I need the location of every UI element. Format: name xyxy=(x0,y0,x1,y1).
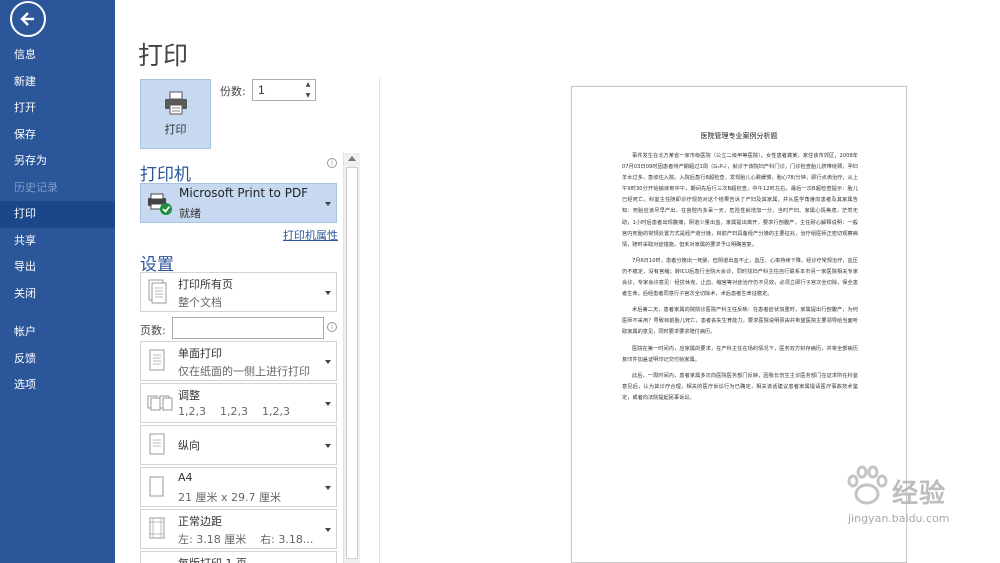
nav-export[interactable]: 导出 xyxy=(0,254,115,281)
chevron-down-icon xyxy=(325,486,331,490)
printer-heading: 打印机 xyxy=(140,165,191,185)
info-icon[interactable]: i xyxy=(327,158,337,168)
backstage-nav: 信息 新建 打开 保存 另存为 历史记录 打印 共享 导出 关闭 帐户 反馈 选… xyxy=(0,42,115,399)
document-paragraph: 此后，一周时间内，患者家属多次向医院医务部门反映，因我长伤生主诊医务部门在证求所… xyxy=(622,372,858,401)
pages-input[interactable] xyxy=(172,317,324,339)
paw-logo-icon xyxy=(847,465,888,505)
sides-dropdown[interactable]: 单面打印 仅在纸面的一侧上进行打印 xyxy=(140,341,337,381)
setting-subtitle: 左: 3.18 厘米 右: 3.18... xyxy=(178,533,314,546)
nav-save-as[interactable]: 另存为 xyxy=(0,148,115,175)
nav-history: 历史记录 xyxy=(14,180,58,194)
nav-info[interactable]: 信息 xyxy=(0,42,115,69)
all-pages-icon xyxy=(148,279,167,304)
chevron-down-icon xyxy=(325,528,331,532)
setting-title: 调整 xyxy=(178,389,200,402)
pages-per-sheet-dropdown[interactable]: 每版打印 1 页 xyxy=(140,551,337,563)
scroll-thumb[interactable] xyxy=(346,167,358,559)
printer-dropdown[interactable]: Microsoft Print to PDF 就绪 xyxy=(140,183,337,223)
document-paragraph: 医院在第一时间内，应家属的要求，在产科主任在场的情况下，医务双方封存病历，并将全… xyxy=(622,345,858,363)
page-title: 打印 xyxy=(138,41,189,70)
baidu-jingyan-watermark: 经验 jingyan.baidu.com xyxy=(838,455,988,535)
print-range-dropdown[interactable]: 打印所有页 整个文档 xyxy=(140,272,337,312)
document-title: 医院管理专业案例分析题 xyxy=(700,132,778,140)
paper-size-icon xyxy=(149,476,164,497)
setting-title: 每版打印 1 页 xyxy=(178,555,247,563)
panel-divider xyxy=(379,78,380,563)
printer-name: Microsoft Print to PDF xyxy=(179,186,309,200)
margins-icon xyxy=(149,517,165,539)
print-button[interactable]: 打印 xyxy=(140,79,211,149)
nav-feedback[interactable]: 反馈 xyxy=(0,346,115,373)
document-body: 事件发生在北方某省一家市级医院（公立二级甲等医院）。女性患者龚某，家住该市郊区，… xyxy=(622,151,858,409)
print-button-label: 打印 xyxy=(164,123,187,136)
orientation-dropdown[interactable]: 纵向 xyxy=(140,425,337,465)
back-button[interactable] xyxy=(10,1,46,37)
setting-subtitle: 1,2,3 1,2,3 1,2,3 xyxy=(178,405,290,418)
printer-icon xyxy=(164,91,187,115)
collated-icon xyxy=(147,395,173,411)
setting-title: 单面打印 xyxy=(178,347,222,360)
chevron-down-icon xyxy=(325,202,331,206)
setting-title: 打印所有页 xyxy=(178,278,233,291)
pdf-printer-icon xyxy=(148,193,172,215)
settings-scrollbar[interactable] xyxy=(343,153,360,563)
spin-down-icon[interactable]: ▼ xyxy=(306,92,311,99)
nav-share[interactable]: 共享 xyxy=(0,228,115,255)
printer-status: 就绪 xyxy=(179,207,201,220)
setting-subtitle: 21 厘米 x 29.7 厘米 xyxy=(178,491,281,504)
single-sided-icon xyxy=(149,349,165,371)
chevron-down-icon xyxy=(325,360,331,364)
chevron-down-icon xyxy=(325,402,331,406)
watermark-url: jingyan.baidu.com xyxy=(848,512,950,525)
document-paragraph: 事件发生在北方某省一家市级医院（公立二级甲等医院）。女性患者龚某，家住该市郊区，… xyxy=(622,153,858,248)
setting-title: A4 xyxy=(178,471,193,484)
backstage-sidebar: 信息 新建 打开 保存 另存为 历史记录 打印 共享 导出 关闭 帐户 反馈 选… xyxy=(0,0,115,563)
info-icon[interactable]: i xyxy=(327,322,337,332)
nav-account[interactable]: 帐户 xyxy=(0,319,115,346)
setting-subtitle: 仅在纸面的一侧上进行打印 xyxy=(178,365,310,378)
setting-title: 纵向 xyxy=(178,439,200,452)
chevron-down-icon xyxy=(325,291,331,295)
setting-subtitle: 整个文档 xyxy=(178,296,222,309)
nav-close[interactable]: 关闭 xyxy=(0,281,115,308)
scroll-up-icon[interactable] xyxy=(348,156,356,161)
back-arrow-icon xyxy=(20,12,34,26)
setting-title: 正常边距 xyxy=(178,515,222,528)
nav-print[interactable]: 打印 xyxy=(0,201,115,228)
document-paragraph: 7月6日10时，患者分娩出一死婴，但阴道出血不止，血压、心率持续下降，经诊疗常规… xyxy=(622,257,858,298)
watermark-text: 经验 xyxy=(892,479,947,509)
copies-spinner[interactable]: ▲ ▼ xyxy=(302,81,314,99)
spin-up-icon[interactable]: ▲ xyxy=(306,81,311,88)
portrait-icon xyxy=(149,433,165,455)
paper-size-dropdown[interactable]: A4 21 厘米 x 29.7 厘米 xyxy=(140,467,337,507)
nav-save[interactable]: 保存 xyxy=(0,122,115,149)
copies-label: 份数: xyxy=(220,85,246,98)
collate-dropdown[interactable]: 调整 1,2,3 1,2,3 1,2,3 xyxy=(140,383,337,423)
document-paragraph: 术后第二天，患者家属向院院诊医院产科主任反映：在患者症状加重时，家属提出行剖腹产… xyxy=(622,307,858,336)
nav-open[interactable]: 打开 xyxy=(0,95,115,122)
chevron-down-icon xyxy=(325,444,331,448)
nav-options[interactable]: 选项 xyxy=(0,372,115,399)
printer-properties-link[interactable]: 打印机属性 xyxy=(283,227,338,243)
margins-dropdown[interactable]: 正常边距 左: 3.18 厘米 右: 3.18... xyxy=(140,509,337,549)
nav-new[interactable]: 新建 xyxy=(0,69,115,96)
pages-label: 页数: xyxy=(140,324,166,337)
